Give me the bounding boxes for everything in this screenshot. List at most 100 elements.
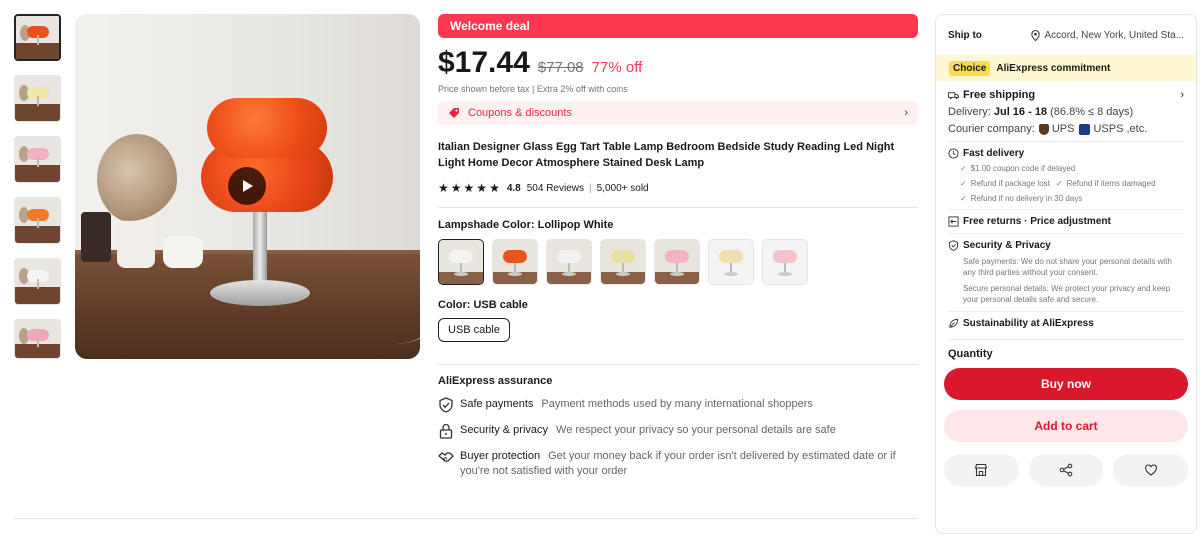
usb-cable-option[interactable]: USB cable: [438, 318, 510, 342]
lampshade-color-label: Lampshade Color: Lollipop White: [438, 219, 614, 231]
price-note: Price shown before tax | Extra 2% off wi…: [438, 84, 628, 94]
star-icon: ★: [489, 181, 501, 195]
ups-logo-icon: [1038, 123, 1049, 135]
thumbnail-item[interactable]: [14, 136, 61, 183]
heart-icon: [1144, 464, 1157, 476]
free-shipping-section[interactable]: Free shipping › Delivery: Jul 16 - 18 (8…: [936, 89, 1196, 340]
assurance-item: Safe payments Payment methods used by man…: [438, 397, 918, 413]
rating-value: 4.8: [506, 182, 521, 194]
ship-location-text: Accord, New York, United Sta...: [1044, 29, 1184, 41]
assurance-name: Security & privacy: [460, 424, 549, 436]
assurance-desc: Payment methods used by many internation…: [541, 398, 813, 410]
thumbnail-item[interactable]: [14, 258, 61, 305]
welcome-deal-banner: Welcome deal: [438, 14, 918, 38]
delivery-info: Delivery: Jul 16 - 18 (86.8% ≤ 8 days): [948, 106, 1184, 118]
price-row: $17.44 $77.08 77% off: [438, 46, 918, 80]
divider: [438, 364, 918, 365]
lampshade-swatch[interactable]: [492, 239, 538, 285]
chevron-right-icon: ›: [904, 107, 908, 119]
play-video-button[interactable]: [228, 167, 266, 205]
delivery-dates: Jul 16 - 18: [993, 106, 1048, 118]
guarantee-item: ✓ Refund if package lost ✓ Refund if items …: [960, 179, 1184, 188]
check-icon: ✓: [960, 179, 967, 188]
commitment-text: AliExpress commitment: [996, 62, 1111, 74]
share-button[interactable]: [1028, 454, 1104, 486]
thumbnail-item[interactable]: [14, 197, 61, 244]
assurance-item: Buyer protection Get your money back if y…: [438, 449, 918, 479]
chevron-right-icon: ›: [1180, 89, 1184, 101]
shield-check-icon: [439, 397, 453, 413]
check-icon: ✓: [960, 194, 967, 203]
choice-badge: Choice: [949, 60, 991, 76]
assurance-desc: We respect your privacy so your personal…: [556, 424, 836, 436]
original-price: $77.08: [537, 59, 584, 76]
main-product-image[interactable]: [75, 14, 420, 359]
courier-usps: USPS ,etc.: [1093, 123, 1148, 135]
lampshade-swatch[interactable]: [654, 239, 700, 285]
check-icon: ✓: [1055, 179, 1063, 188]
coupons-discounts-row[interactable]: Coupons & discounts ›: [438, 101, 918, 125]
thumbnail-item[interactable]: [14, 319, 61, 359]
free-returns-row[interactable]: Free returns · Price adjustment: [948, 216, 1184, 227]
ship-location[interactable]: Accord, New York, United Sta...: [1031, 29, 1184, 41]
fast-delivery-label: Fast delivery: [963, 148, 1025, 159]
thumbnail-list: [14, 14, 62, 373]
add-to-cart-button[interactable]: Add to cart: [944, 410, 1188, 442]
courier-ups: UPS: [1051, 123, 1075, 135]
purchase-panel: Ship to Accord, New York, United Sta... …: [935, 14, 1197, 534]
leaf-icon: [949, 318, 959, 328]
guarantee-item: ✓ Refund if no delivery in 30 days: [960, 194, 1184, 203]
free-shipping-label: Free shipping: [963, 89, 1036, 101]
guarantee-item: ✓ $1.00 coupon code if delayed: [960, 164, 1184, 173]
security-text: Secure personal details: We protect your…: [963, 284, 1171, 304]
store-button[interactable]: [944, 454, 1019, 486]
wishlist-button[interactable]: [1113, 454, 1189, 486]
guarantee-text: Refund if items damaged: [1066, 179, 1156, 188]
security-privacy-label: Security & Privacy: [963, 240, 1051, 251]
assurance-name: Buyer protection: [460, 450, 541, 462]
divider: [14, 518, 918, 519]
security-text: Safe payments: We do not share your pers…: [963, 257, 1172, 277]
star-icon: ★: [438, 181, 450, 195]
reviews-link[interactable]: 504 Reviews: [527, 183, 584, 194]
store-icon: [975, 463, 988, 477]
thumbnail-item[interactable]: [14, 75, 61, 122]
usps-logo-icon: [1079, 123, 1091, 135]
lampshade-swatch[interactable]: [546, 239, 592, 285]
lampshade-swatch[interactable]: [762, 239, 808, 285]
lampshade-swatch[interactable]: [438, 239, 484, 285]
location-pin-icon: [1031, 29, 1041, 41]
handshake-icon: [438, 452, 454, 462]
product-info: Welcome deal $17.44 $77.08 77% off Price…: [438, 14, 918, 479]
delivery-prefix: Delivery:: [948, 106, 991, 118]
check-icon: ✓: [960, 164, 967, 173]
tag-icon: [449, 108, 459, 118]
star-rating: ★ ★ ★ ★ ★: [438, 181, 501, 195]
lampshade-swatches: [438, 239, 918, 285]
shield-check-icon: [948, 240, 959, 251]
play-icon: [243, 180, 253, 192]
security-privacy-row: Security & Privacy: [948, 240, 1184, 251]
fast-delivery-row: Fast delivery: [948, 148, 1184, 159]
free-returns-label: Free returns · Price adjustment: [963, 216, 1111, 227]
lampshade-swatch[interactable]: [600, 239, 646, 285]
return-box-icon: [948, 216, 959, 227]
star-icon: ★: [450, 181, 463, 195]
lock-icon: [439, 423, 453, 439]
star-icon: ★: [476, 181, 489, 195]
assurance-name: Safe payments: [460, 398, 534, 410]
choice-commitment-bar: Choice AliExpress commitment: [936, 55, 1196, 81]
divider: [438, 207, 918, 208]
ship-to-label: Ship to: [948, 29, 982, 41]
sold-count: 5,000+ sold: [596, 182, 649, 194]
ship-to-row[interactable]: Ship to Accord, New York, United Sta...: [936, 15, 1196, 55]
thumbnail-item[interactable]: [14, 14, 61, 61]
lampshade-swatch[interactable]: [708, 239, 754, 285]
assurance-title: AliExpress assurance: [438, 375, 553, 387]
current-price: $17.44: [438, 46, 530, 79]
buy-now-button[interactable]: Buy now: [944, 368, 1188, 400]
sustainability-row[interactable]: Sustainability at AliExpress: [948, 318, 1184, 329]
guarantee-text: Refund if package lost: [970, 179, 1050, 188]
courier-info: Courier company: UPS USPS ,etc.: [948, 123, 1184, 135]
guarantee-text: Refund if no delivery in 30 days: [970, 194, 1083, 203]
